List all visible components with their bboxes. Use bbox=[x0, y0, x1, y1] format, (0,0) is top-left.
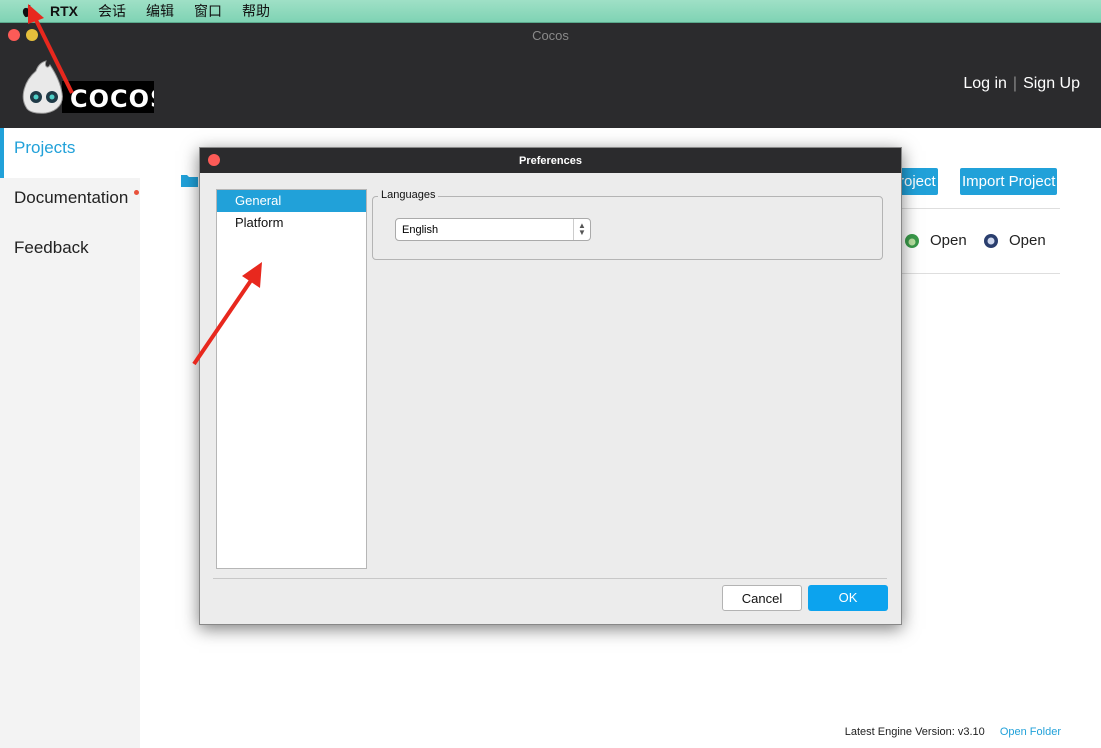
window-titlebar: Cocos bbox=[0, 23, 1101, 47]
login-link[interactable]: Log in bbox=[963, 75, 1007, 92]
import-project-label: Import Project bbox=[962, 173, 1056, 190]
ok-button[interactable]: OK bbox=[808, 585, 888, 611]
import-project-button[interactable]: Import Project bbox=[960, 168, 1058, 195]
new-project-label: roject bbox=[899, 173, 936, 190]
cocos-logo: COCOS bbox=[22, 60, 154, 114]
sidebar-item-label: Documentation bbox=[14, 188, 129, 207]
logo-text: COCOS bbox=[70, 85, 154, 113]
sidebar-item-projects[interactable]: Projects bbox=[0, 128, 140, 178]
menu-help[interactable]: 帮助 bbox=[242, 1, 270, 21]
category-platform[interactable]: Platform bbox=[217, 212, 366, 234]
dialog-titlebar: Preferences bbox=[200, 148, 901, 173]
new-project-button[interactable]: roject bbox=[897, 168, 938, 195]
auth-links: Log in | Sign Up bbox=[963, 75, 1080, 93]
preferences-dialog: Preferences General Platform Languages E… bbox=[199, 147, 902, 625]
close-window-button[interactable] bbox=[8, 29, 20, 41]
menu-edit[interactable]: 编辑 bbox=[146, 1, 174, 21]
language-value: English bbox=[402, 224, 439, 236]
menu-bar: RTX 会话 编辑 窗口 帮助 bbox=[0, 0, 1101, 23]
menu-rtx[interactable]: RTX bbox=[50, 3, 78, 19]
open-item-1[interactable]: Open bbox=[904, 232, 967, 249]
sidebar-item-documentation[interactable]: Documentation bbox=[0, 178, 140, 228]
engine-version: Latest Engine Version: v3.10 bbox=[844, 726, 985, 738]
notification-dot bbox=[134, 190, 139, 195]
android-icon bbox=[905, 233, 919, 248]
auth-separator: | bbox=[1012, 75, 1018, 92]
open-label: Open bbox=[930, 232, 967, 249]
folder-icon[interactable] bbox=[180, 172, 200, 188]
open-folder-link[interactable]: Open Folder bbox=[1000, 726, 1061, 738]
close-dialog-button[interactable] bbox=[208, 154, 220, 166]
cancel-button[interactable]: Cancel bbox=[722, 585, 802, 611]
dialog-title: Preferences bbox=[519, 154, 582, 167]
menu-session[interactable]: 会话 bbox=[98, 1, 126, 21]
open-item-2[interactable]: Open bbox=[983, 232, 1046, 249]
apple-icon[interactable] bbox=[20, 3, 36, 19]
category-list: General Platform bbox=[216, 189, 367, 569]
sidebar-item-label: Projects bbox=[14, 138, 76, 157]
sidebar-item-feedback[interactable]: Feedback bbox=[0, 228, 140, 278]
signup-link[interactable]: Sign Up bbox=[1023, 75, 1080, 92]
languages-label: Languages bbox=[378, 189, 439, 201]
minimize-window-button[interactable] bbox=[26, 29, 38, 41]
menu-window[interactable]: 窗口 bbox=[194, 1, 222, 21]
select-arrows-icon: ▲ ▼ bbox=[573, 219, 590, 240]
language-select[interactable]: English ▲ ▼ bbox=[395, 218, 591, 241]
window-title: Cocos bbox=[532, 27, 569, 43]
app-header: COCOS Log in | Sign Up bbox=[0, 47, 1101, 128]
dialog-separator bbox=[213, 578, 887, 579]
open-label: Open bbox=[1009, 232, 1046, 249]
sidebar: Projects Documentation Feedback bbox=[0, 128, 140, 748]
cocos-studio-icon bbox=[984, 233, 998, 248]
footer: Latest Engine Version: v3.10 Open Folder bbox=[845, 726, 1061, 738]
category-general[interactable]: General bbox=[217, 190, 366, 212]
sidebar-item-label: Feedback bbox=[14, 238, 89, 257]
